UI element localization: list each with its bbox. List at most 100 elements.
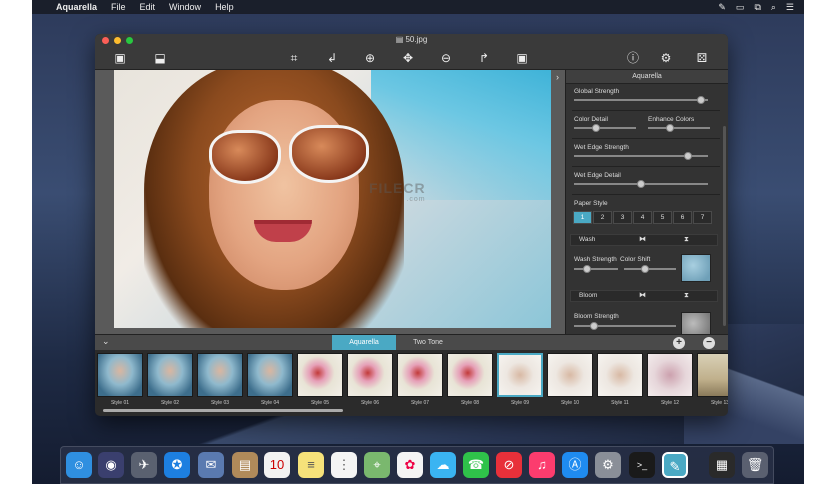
style-thumbnail[interactable] [597, 353, 643, 397]
save-image-icon[interactable]: ⬓ [151, 50, 169, 66]
wash-strength-slider[interactable] [574, 265, 618, 273]
photos-icon[interactable]: ✿ [397, 452, 423, 478]
aquarella-icon[interactable]: ✎ [662, 452, 688, 478]
bloom-section-header[interactable]: Bloom ⧓ ⧗ [570, 290, 718, 302]
wet-edge-detail-label: Wet Edge Detail [574, 172, 621, 179]
global-strength-knob[interactable] [697, 96, 706, 104]
menu-window[interactable]: Window [169, 2, 201, 12]
tab-aquarella[interactable]: Aquarella [332, 335, 396, 351]
downloads-stack-icon[interactable]: ▦ [709, 452, 735, 478]
maps-icon[interactable]: ⌖ [364, 452, 390, 478]
menu-file[interactable]: File [111, 2, 126, 12]
terminal-icon[interactable]: >_ [629, 452, 655, 478]
move-icon[interactable]: ✥ [399, 50, 417, 66]
add-style-button[interactable]: + [673, 337, 685, 349]
style-thumbnail[interactable] [97, 353, 143, 397]
remove-style-button[interactable]: − [703, 337, 715, 349]
wash-texture-swatch[interactable] [681, 254, 711, 282]
list-menu-icon[interactable]: ☰ [786, 2, 794, 13]
color-detail-knob[interactable] [591, 124, 600, 132]
paper-style-1[interactable]: 1 [573, 211, 592, 224]
chevron-right-icon[interactable]: › [556, 72, 559, 82]
music-icon[interactable]: ♫ [529, 452, 555, 478]
menu-edit[interactable]: Edit [140, 2, 156, 12]
siri-icon[interactable]: ◉ [98, 452, 124, 478]
crop-icon[interactable]: ⌗ [285, 50, 303, 66]
random-dice-icon[interactable]: ⚄ [693, 50, 711, 66]
trash-icon[interactable]: 🗑 [742, 452, 768, 478]
image-canvas[interactable]: FILECR .com [95, 70, 565, 334]
styles-scrollbar[interactable] [103, 409, 343, 412]
open-image-icon[interactable]: ▣ [111, 50, 129, 66]
compare-icon[interactable]: ⧓ [639, 235, 646, 245]
panel-scrollbar[interactable] [723, 126, 726, 326]
app-store-icon[interactable]: Ⓐ [562, 452, 588, 478]
style-thumbnail-label: Style 09 [510, 400, 530, 406]
tab-two-tone[interactable]: Two Tone [396, 335, 460, 351]
wash-strength-knob[interactable] [583, 265, 592, 273]
reminders-icon[interactable]: ⋮ [331, 452, 357, 478]
safari-icon[interactable]: ✪ [164, 452, 190, 478]
news-icon[interactable]: ⊘ [496, 452, 522, 478]
messages-icon[interactable]: ☁ [430, 452, 456, 478]
info-icon[interactable]: ⓘ [624, 50, 642, 66]
paper-style-6[interactable]: 6 [673, 211, 692, 224]
style-thumbnail[interactable] [547, 353, 593, 397]
style-thumbnail[interactable] [397, 353, 443, 397]
zoom-in-icon[interactable]: ⊕ [361, 50, 379, 66]
wet-edge-detail-slider[interactable] [574, 180, 708, 188]
style-thumbnail-label: Style 08 [460, 400, 480, 406]
wet-edge-strength-knob[interactable] [683, 152, 692, 160]
launchpad-icon[interactable]: ✈ [131, 452, 157, 478]
style-thumbnail[interactable] [147, 353, 193, 397]
airplay-icon[interactable]: ▭ [736, 2, 745, 13]
system-preferences-icon[interactable]: ⚙ [595, 452, 621, 478]
rotate-left-icon[interactable]: ↲ [323, 50, 341, 66]
calendar-icon[interactable]: 10 [264, 452, 290, 478]
style-thumbnail[interactable] [647, 353, 693, 397]
style-thumbnail[interactable] [347, 353, 393, 397]
fit-to-window-icon[interactable]: ▣ [513, 50, 531, 66]
color-detail-slider[interactable] [574, 124, 636, 132]
app-window: ▤ 50.jpg ▣ ⬓ ⌗ ↲ ⊕ ✥ ⊖ ↱ ▣ ⓘ ⚙ ⚄ FILECR [95, 34, 728, 416]
style-thumbnail[interactable] [697, 353, 728, 397]
color-shift-knob[interactable] [640, 265, 649, 273]
wet-edge-strength-slider[interactable] [574, 152, 708, 160]
rotate-right-icon[interactable]: ↱ [475, 50, 493, 66]
style-thumbnail[interactable] [497, 353, 543, 397]
contacts-icon[interactable]: ▤ [232, 452, 258, 478]
enhance-colors-slider[interactable] [648, 124, 710, 132]
wash-section-header[interactable]: Wash ⧓ ⧗ [570, 234, 718, 246]
paper-style-4[interactable]: 4 [633, 211, 652, 224]
paper-style-3[interactable]: 3 [613, 211, 632, 224]
style-thumbnail[interactable] [447, 353, 493, 397]
settings-icon[interactable]: ⚙ [657, 50, 675, 66]
mail-icon[interactable]: ✉ [198, 452, 224, 478]
display-icon[interactable]: ⧉ [754, 2, 760, 13]
facetime-icon[interactable]: ☎ [463, 452, 489, 478]
color-shift-slider[interactable] [624, 265, 676, 273]
finder-icon[interactable]: ☺ [66, 452, 92, 478]
paper-style-7[interactable]: 7 [693, 211, 712, 224]
wet-edge-detail-knob[interactable] [637, 180, 645, 188]
paper-style-2[interactable]: 2 [593, 211, 612, 224]
global-strength-slider[interactable] [574, 96, 708, 104]
bloom-strength-knob[interactable] [590, 322, 599, 330]
collapse-icon[interactable]: ⧗ [684, 291, 689, 301]
edited-photo[interactable]: FILECR .com [114, 70, 551, 328]
bloom-strength-slider[interactable] [574, 322, 676, 330]
chevron-down-icon[interactable]: ⌄ [102, 336, 110, 347]
style-thumbnail[interactable] [197, 353, 243, 397]
menu-help[interactable]: Help [215, 2, 234, 12]
spotlight-search-icon[interactable]: ⌕ [771, 2, 776, 13]
pen-icon[interactable]: ✎ [718, 2, 726, 13]
enhance-colors-knob[interactable] [665, 124, 674, 132]
compare-icon[interactable]: ⧓ [639, 291, 646, 301]
style-thumbnail[interactable] [247, 353, 293, 397]
paper-style-5[interactable]: 5 [653, 211, 672, 224]
style-thumbnail[interactable] [297, 353, 343, 397]
notes-icon[interactable]: ≡ [298, 452, 324, 478]
app-menu[interactable]: Aquarella [56, 2, 97, 12]
zoom-out-icon[interactable]: ⊖ [437, 50, 455, 66]
collapse-icon[interactable]: ⧗ [684, 235, 689, 245]
